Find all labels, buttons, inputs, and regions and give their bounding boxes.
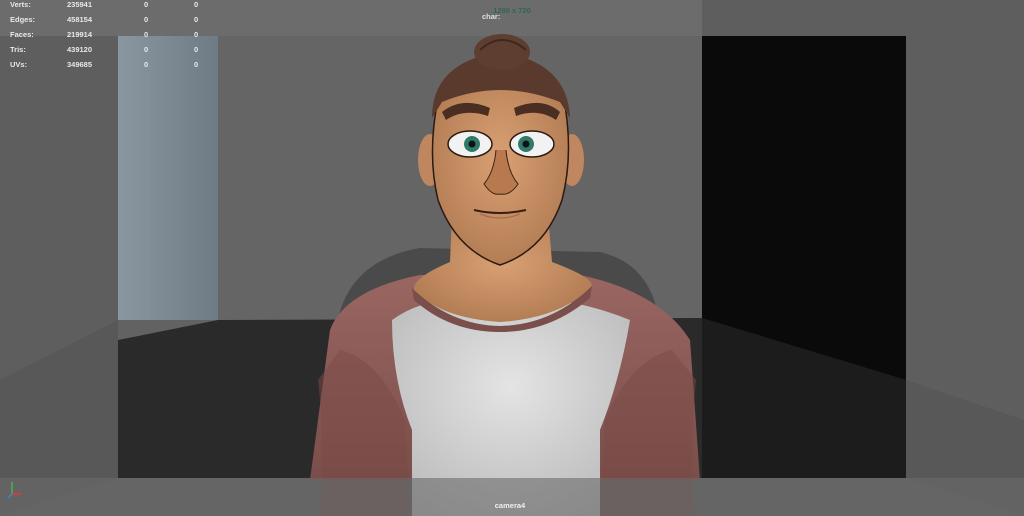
- bottom-band: [0, 478, 1024, 516]
- hud-band: [0, 0, 702, 36]
- scene-render[interactable]: [0, 0, 1024, 516]
- left-wall: [118, 36, 218, 320]
- right-pupil: [522, 140, 530, 148]
- maya-viewport[interactable]: Verts: 235941 0 0 Edges: 458154 0 0 Face…: [0, 0, 1024, 516]
- left-pupil: [468, 140, 476, 148]
